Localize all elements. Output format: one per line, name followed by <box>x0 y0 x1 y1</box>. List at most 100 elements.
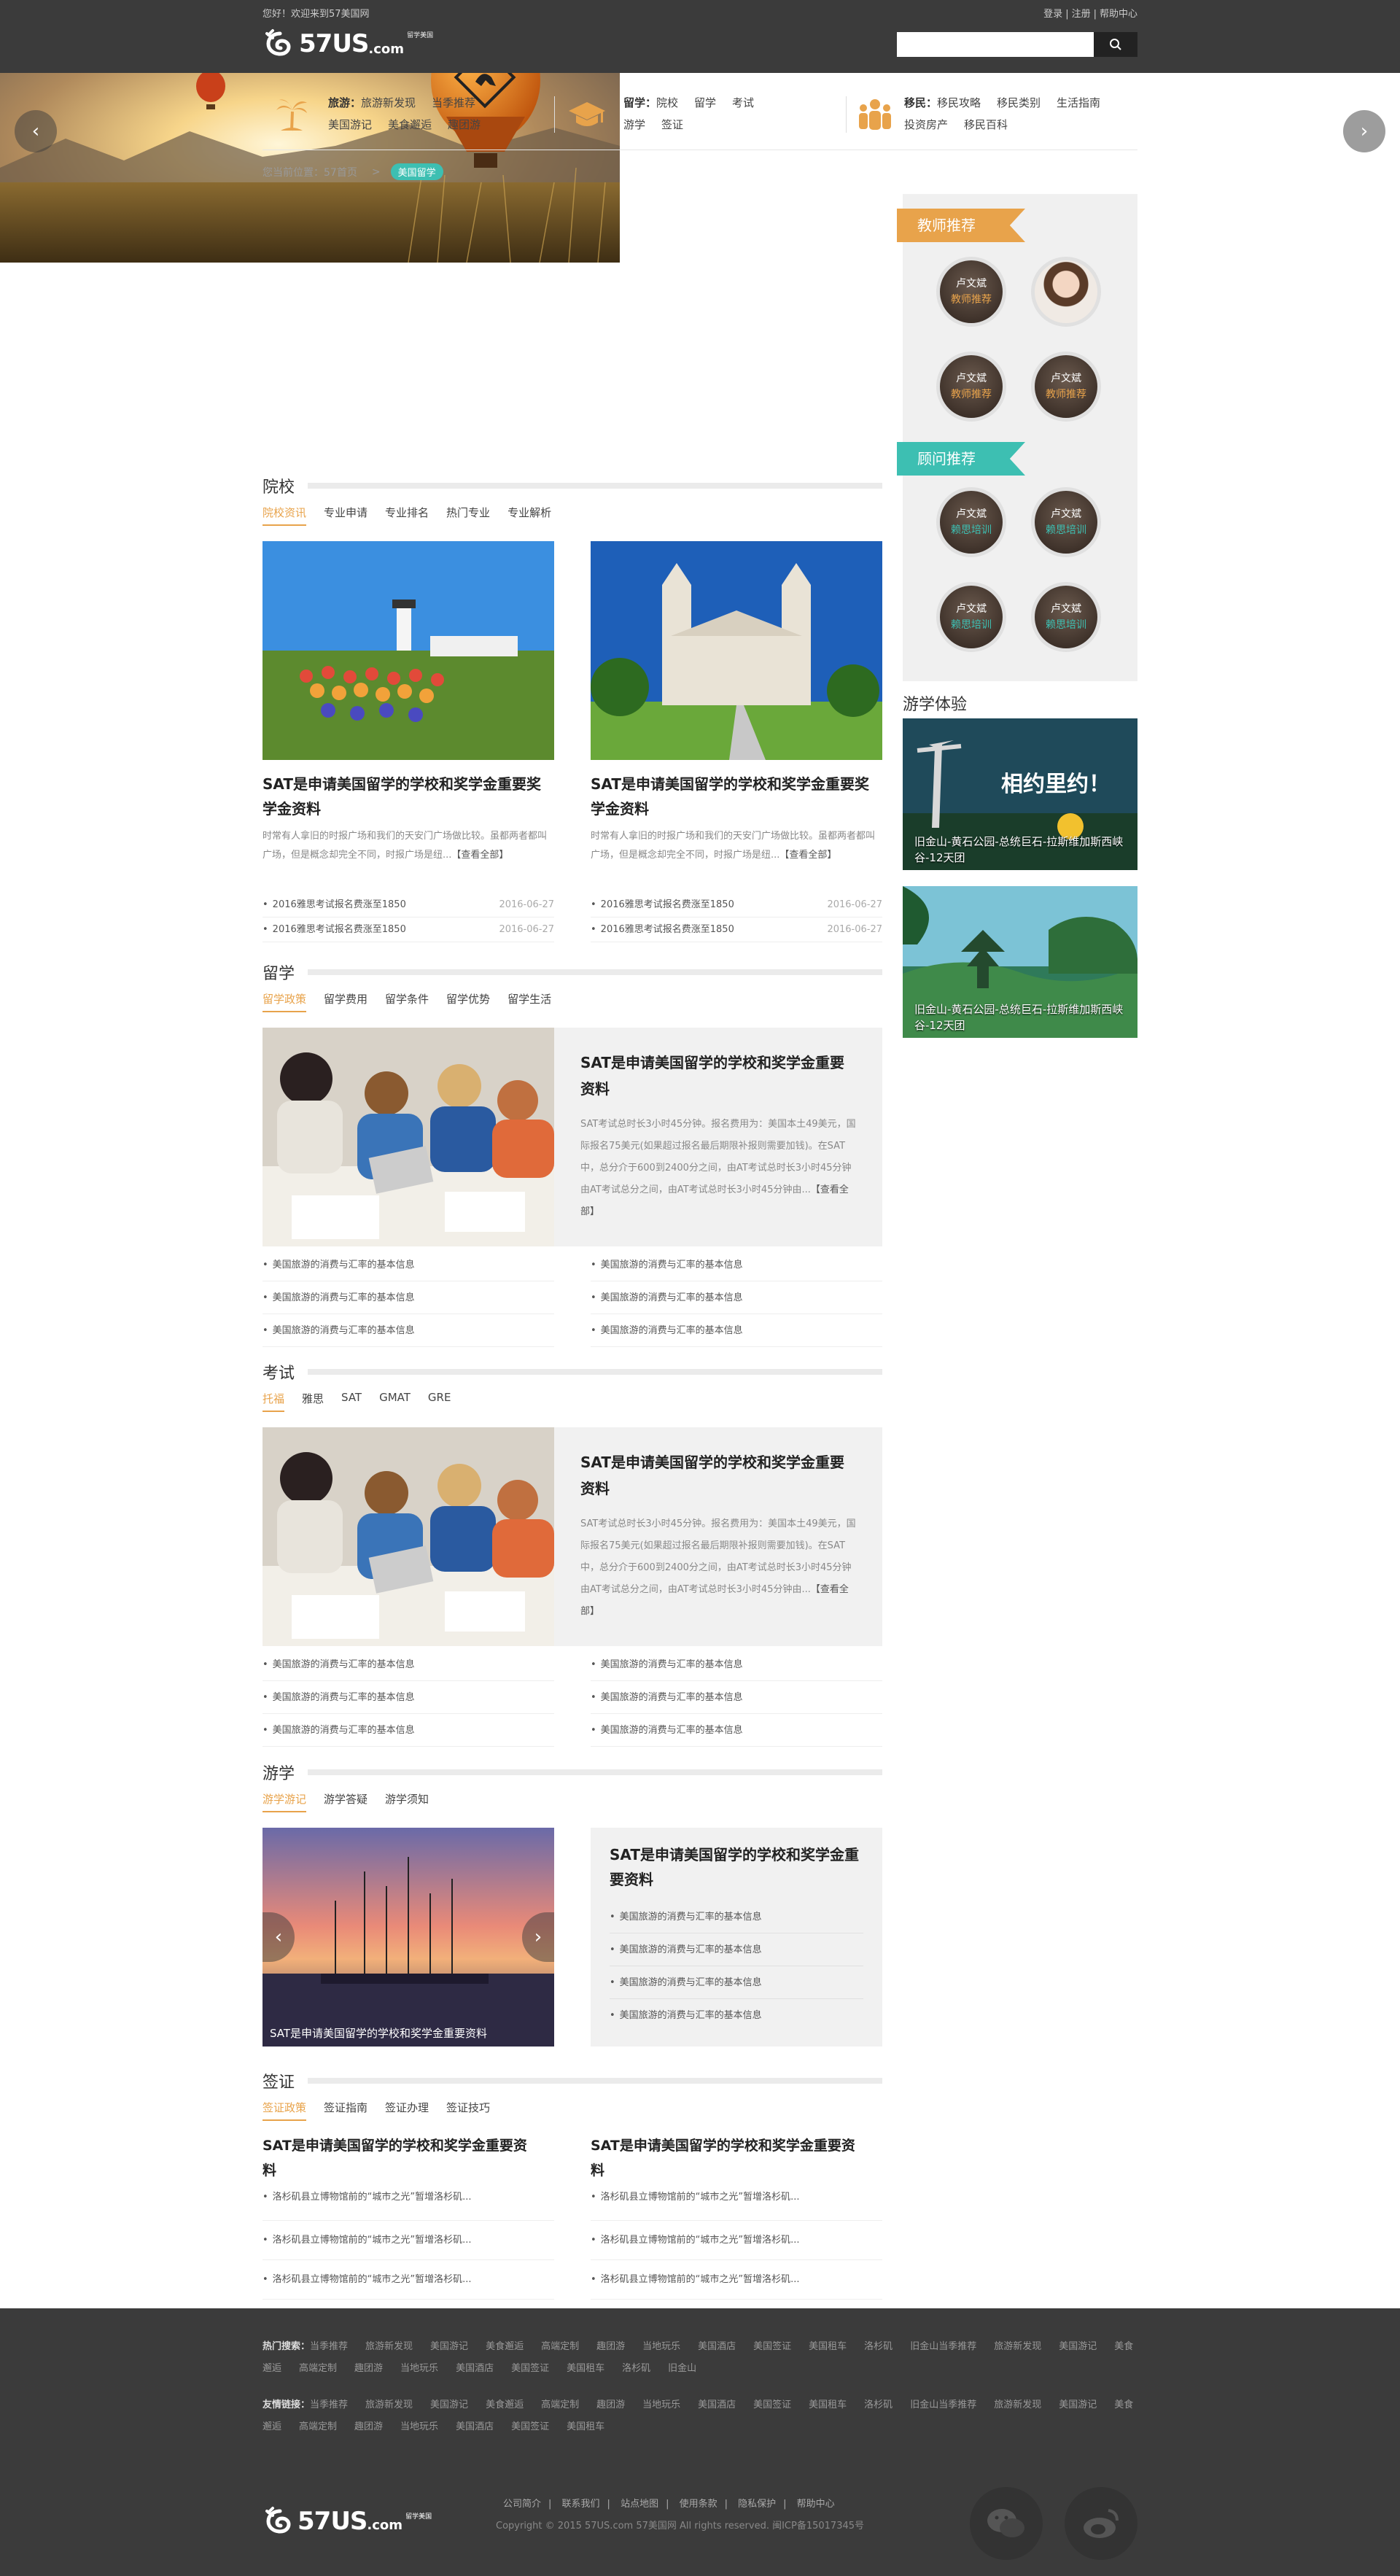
nav-item-visa[interactable]: 签证 <box>661 118 683 131</box>
tab-visa-apply[interactable]: 签证办理 <box>385 2100 429 2121</box>
hot-search-link[interactable]: 高端定制 <box>541 2341 579 2352</box>
list-item[interactable]: 美国旅游的消费与汇率的基本信息 <box>610 1966 863 1999</box>
list-item[interactable]: 美国旅游的消费与汇率的基本信息 <box>591 1281 882 1314</box>
nav-item-study[interactable]: 留学 <box>694 96 716 109</box>
help-link[interactable]: 帮助中心 <box>1100 9 1138 20</box>
list-item[interactable]: 洛杉矶县立博物馆前的“城市之光”暂增洛杉矶... <box>262 2260 554 2300</box>
hot-search-link[interactable]: 洛杉矶 <box>622 2363 650 2374</box>
teacher-photo-avatar[interactable] <box>1031 257 1101 327</box>
friend-link[interactable]: 美国游记 <box>430 2400 468 2410</box>
hot-search-link[interactable]: 当地玩乐 <box>642 2341 680 2352</box>
tab-major-rank[interactable]: 专业排名 <box>385 505 429 526</box>
list-item[interactable]: 美国旅游的消费与汇率的基本信息 <box>262 1281 554 1314</box>
friend-link[interactable]: 旅游新发现 <box>365 2400 413 2410</box>
friend-link[interactable]: 美国酒店 <box>698 2400 736 2410</box>
login-link[interactable]: 登录 <box>1043 9 1062 20</box>
box-title[interactable]: SAT是申请美国留学的学校和奖学金重要资料 <box>610 1842 863 1892</box>
feature-title[interactable]: SAT是申请美国留学的学校和奖学金重要资料 <box>580 1050 856 1102</box>
wechat-button[interactable] <box>970 2487 1043 2560</box>
friend-link[interactable]: 美国签证 <box>753 2400 791 2410</box>
friend-link[interactable]: 趣团游 <box>596 2400 625 2410</box>
hot-search-link[interactable]: 当季推荐 <box>310 2341 348 2352</box>
list-item[interactable]: 美国旅游的消费与汇率的基本信息 <box>262 1714 554 1747</box>
friend-link[interactable]: 旅游新发现 <box>994 2400 1041 2410</box>
friend-link[interactable]: 美国游记 <box>1059 2400 1097 2410</box>
friend-link[interactable]: 当地玩乐 <box>642 2400 680 2410</box>
tab-major-analysis[interactable]: 专业解析 <box>508 505 551 526</box>
list-item[interactable]: 2016雅思考试报名费涨至1850 2016-06-27 <box>262 893 554 917</box>
nav-item-travelogue[interactable]: 美国游记 <box>328 118 372 131</box>
school-card-title[interactable]: SAT是申请美国留学的学校和奖学金重要奖学金资料 <box>591 772 882 821</box>
tab-sat[interactable]: SAT <box>341 1391 362 1412</box>
footer-link[interactable]: 帮助中心 <box>797 2499 835 2510</box>
tab-toefl[interactable]: 托福 <box>262 1391 285 1412</box>
friend-link[interactable]: 趣团游 <box>354 2421 383 2432</box>
footer-logo[interactable]: 57US .com 留学美国 <box>262 2505 432 2537</box>
tab-tour-notice[interactable]: 游学须知 <box>385 1791 429 1812</box>
hot-search-link[interactable]: 美国游记 <box>1059 2341 1097 2352</box>
tour-promo-card[interactable]: 旧金山-黄石公园-总统巨石-拉斯维加斯西峡谷-12天团 <box>903 886 1138 1038</box>
hot-search-link[interactable]: 旅游新发现 <box>994 2341 1041 2352</box>
tab-ielts[interactable]: 雅思 <box>302 1391 324 1412</box>
nav-item-season[interactable]: 当季推荐 <box>432 96 475 109</box>
carousel-prev-button[interactable]: ‹ <box>15 110 57 152</box>
nav-item-immig-guide[interactable]: 移民攻略 <box>937 96 981 109</box>
list-item[interactable]: 美国旅游的消费与汇率的基本信息 <box>262 1648 554 1681</box>
hot-search-link[interactable]: 美国租车 <box>809 2341 847 2352</box>
list-item[interactable]: 美国旅游的消费与汇率的基本信息 <box>591 1714 882 1747</box>
tab-study-policy[interactable]: 留学政策 <box>262 991 307 1012</box>
hot-search-link[interactable]: 美国签证 <box>753 2341 791 2352</box>
tab-visa-guide[interactable]: 签证指南 <box>324 2100 368 2121</box>
hot-search-link[interactable]: 趣团游 <box>596 2341 625 2352</box>
list-item[interactable]: 2016雅思考试报名费涨至1850 2016-06-27 <box>591 893 882 917</box>
friend-link[interactable]: 高端定制 <box>299 2421 337 2432</box>
nav-item-food[interactable]: 美食邂逅 <box>388 118 432 131</box>
hot-search-link[interactable]: 旧金山 <box>668 2363 696 2374</box>
list-item[interactable]: 洛杉矶县立博物馆前的“城市之光”暂增洛杉矶... <box>591 2183 882 2221</box>
exam-feature-card[interactable]: SAT是申请美国留学的学校和奖学金重要资料 SAT考试总时长3小时45分钟。报名… <box>262 1427 882 1646</box>
studytour-carousel[interactable]: ‹ › SAT是申请美国留学的学校和奖学金重要资料 <box>262 1828 554 2047</box>
list-item[interactable]: 美国旅游的消费与汇率的基本信息 <box>591 1249 882 1281</box>
friend-link[interactable]: 美国酒店 <box>456 2421 494 2432</box>
tab-tour-qa[interactable]: 游学答疑 <box>324 1791 368 1812</box>
friend-link[interactable]: 美国租车 <box>567 2421 604 2432</box>
hot-search-link[interactable]: 美国酒店 <box>456 2363 494 2374</box>
friend-link[interactable]: 当地玩乐 <box>400 2421 438 2432</box>
teacher-avatar[interactable]: 卢文斌 教师推荐 <box>936 257 1006 327</box>
nav-item-study-tour[interactable]: 游学 <box>623 118 645 131</box>
search-button[interactable] <box>1094 32 1138 57</box>
tour-promo-card[interactable]: 相约里约！ 旧金山-黄石公园-总统巨石-拉斯维加斯西峡谷-12天团 <box>903 718 1138 870</box>
list-item[interactable]: 美国旅游的消费与汇率的基本信息 <box>610 1901 863 1933</box>
register-link[interactable]: 注册 <box>1072 9 1091 20</box>
list-item[interactable]: 美国旅游的消费与汇率的基本信息 <box>262 1681 554 1714</box>
friend-link[interactable]: 高端定制 <box>541 2400 579 2410</box>
list-item[interactable]: 洛杉矶县立博物馆前的“城市之光”暂增洛杉矶... <box>262 2221 554 2260</box>
friend-link[interactable]: 美国租车 <box>809 2400 847 2410</box>
list-item[interactable]: 美国旅游的消费与汇率的基本信息 <box>610 1999 863 2032</box>
nav-item-property[interactable]: 投资房产 <box>904 118 948 131</box>
hot-search-link[interactable]: 美国酒店 <box>698 2341 736 2352</box>
list-item[interactable]: 洛杉矶县立博物馆前的“城市之光”暂增洛杉矶... <box>262 2183 554 2221</box>
tab-school-news[interactable]: 院校资讯 <box>262 505 307 526</box>
advisor-avatar[interactable]: 卢文斌 赖思培训 <box>936 487 1006 557</box>
friend-link[interactable]: 当季推荐 <box>310 2400 348 2410</box>
school-card-image[interactable] <box>591 541 882 760</box>
nav-item-group-tour[interactable]: 趣团游 <box>448 118 481 131</box>
list-item[interactable]: 美国旅游的消费与汇率的基本信息 <box>262 1314 554 1347</box>
list-item[interactable]: 洛杉矶县立博物馆前的“城市之光”暂增洛杉矶... <box>591 2221 882 2260</box>
hot-search-link[interactable]: 高端定制 <box>299 2363 337 2374</box>
list-item[interactable]: 美国旅游的消费与汇率的基本信息 <box>591 1314 882 1347</box>
friend-link[interactable]: 旧金山当季推荐 <box>910 2400 976 2410</box>
friend-link[interactable]: 洛杉矶 <box>864 2400 892 2410</box>
nav-item-immig-wiki[interactable]: 移民百科 <box>964 118 1008 131</box>
list-item[interactable]: 美国旅游的消费与汇率的基本信息 <box>610 1933 863 1966</box>
advisor-avatar[interactable]: 卢文斌 赖思培训 <box>936 582 1006 652</box>
nav-item-exam[interactable]: 考试 <box>732 96 754 109</box>
visa-title[interactable]: SAT是申请美国留学的学校和奖学金重要资料 <box>591 2133 860 2183</box>
list-item[interactable]: 美国旅游的消费与汇率的基本信息 <box>591 1648 882 1681</box>
tab-study-cost[interactable]: 留学费用 <box>324 991 368 1012</box>
tab-gre[interactable]: GRE <box>428 1391 451 1412</box>
list-item[interactable]: 美国旅游的消费与汇率的基本信息 <box>262 1249 554 1281</box>
tab-gmat[interactable]: GMAT <box>379 1391 411 1412</box>
list-item[interactable]: 2016雅思考试报名费涨至1850 2016-06-27 <box>591 917 882 942</box>
